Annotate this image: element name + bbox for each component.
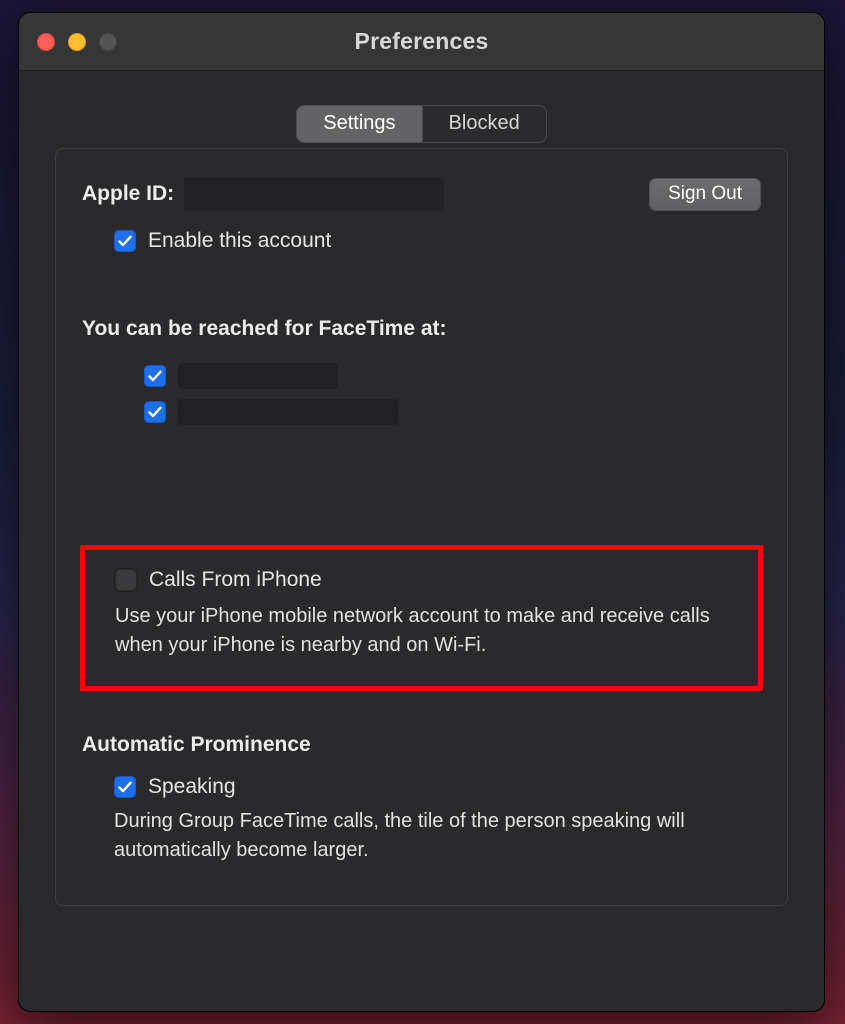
automatic-prominence-heading: Automatic Prominence: [82, 733, 761, 757]
automatic-prominence-section: Automatic Prominence Speaking During Gro…: [82, 733, 761, 865]
titlebar: Preferences: [19, 13, 824, 71]
sign-out-button[interactable]: Sign Out: [649, 178, 761, 211]
window-title: Preferences: [355, 28, 489, 55]
desktop-background: Preferences Settings Blocked Apple ID: S…: [0, 0, 845, 1024]
calls-from-iphone-checkbox[interactable]: [115, 569, 137, 591]
tab-settings[interactable]: Settings: [297, 106, 421, 142]
enable-account-row: Enable this account: [114, 229, 761, 253]
speaking-label: Speaking: [148, 775, 236, 799]
minimize-window-button[interactable]: [68, 33, 86, 51]
reach-item-2: [144, 399, 761, 425]
content-area: Settings Blocked Apple ID: Sign Out Enab…: [19, 71, 824, 906]
tabs: Settings Blocked: [296, 105, 546, 143]
apple-id-value: [184, 177, 444, 211]
zoom-window-button[interactable]: [99, 33, 117, 51]
reach-item-1-checkbox[interactable]: [144, 365, 166, 387]
reach-item-1-value: [178, 363, 338, 389]
reach-item-1: [144, 363, 761, 389]
reach-heading: You can be reached for FaceTime at:: [82, 317, 761, 341]
reach-item-2-value: [178, 399, 398, 425]
preferences-window: Preferences Settings Blocked Apple ID: S…: [18, 12, 825, 1012]
tab-blocked[interactable]: Blocked: [422, 106, 546, 142]
apple-id-row: Apple ID: Sign Out: [82, 177, 761, 211]
enable-account-label: Enable this account: [148, 229, 331, 253]
speaking-description: During Group FaceTime calls, the tile of…: [114, 807, 754, 865]
close-window-button[interactable]: [37, 33, 55, 51]
checkmark-icon: [147, 404, 163, 420]
tabs-container: Settings Blocked: [55, 105, 788, 143]
checkmark-icon: [117, 233, 133, 249]
checkmark-icon: [147, 368, 163, 384]
apple-id-label: Apple ID:: [82, 182, 174, 206]
calls-from-iphone-row: Calls From iPhone: [115, 568, 736, 592]
highlight-annotation: Calls From iPhone Use your iPhone mobile…: [80, 545, 763, 691]
speaking-checkbox[interactable]: [114, 776, 136, 798]
window-controls: [37, 33, 117, 51]
calls-from-iphone-label: Calls From iPhone: [149, 568, 322, 592]
enable-account-checkbox[interactable]: [114, 230, 136, 252]
reach-list: [144, 363, 761, 425]
settings-group: Apple ID: Sign Out Enable this account Y…: [55, 148, 788, 906]
calls-from-iphone-description: Use your iPhone mobile network account t…: [115, 602, 736, 660]
checkmark-icon: [117, 779, 133, 795]
reach-item-2-checkbox[interactable]: [144, 401, 166, 423]
